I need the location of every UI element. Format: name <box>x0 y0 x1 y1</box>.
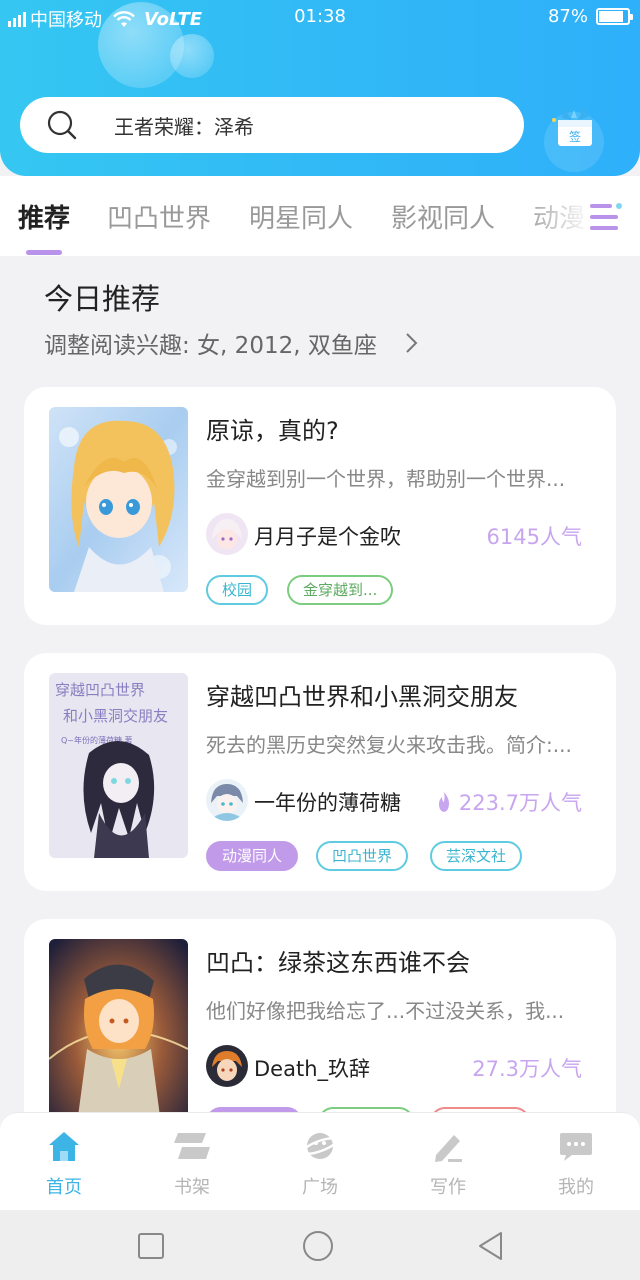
book-description: 金穿越到别一个世界，帮助别一个世界... <box>206 467 566 491</box>
search-icon <box>47 110 77 140</box>
bookshelf-icon <box>174 1133 210 1159</box>
book-cover[interactable] <box>49 407 188 592</box>
nav-bookshelf[interactable]: 书架 <box>152 1129 232 1199</box>
tag-chip[interactable]: 芸深文社 <box>430 841 523 871</box>
author-name[interactable]: 月月子是个金吹 <box>254 521 401 551</box>
category-menu-icon[interactable] <box>586 200 624 234</box>
popularity-text: 223.7万人气 <box>458 791 582 815</box>
nav-me[interactable]: 我的 <box>536 1129 616 1199</box>
home-button-icon[interactable] <box>302 1230 334 1262</box>
gift-label: 签 <box>569 129 581 144</box>
chevron-right-icon[interactable] <box>400 330 422 356</box>
book-description: 他们好像把我给忘了...不过没关系，我... <box>206 999 565 1023</box>
reading-interest-link[interactable]: 调整阅读兴趣: 女, 2012, 双鱼座 <box>44 326 377 360</box>
nav-label: 广场 <box>302 1177 338 1198</box>
recent-apps-icon[interactable] <box>135 1230 167 1262</box>
author-avatar[interactable] <box>206 513 248 555</box>
author-name[interactable]: Death_玖辞 <box>254 1053 370 1083</box>
system-navigation-bar <box>0 1210 640 1280</box>
tag-chip[interactable]: 凹凸世界 <box>316 841 409 871</box>
book-description: 死去的黑历史突然复火来攻击我。简介:... <box>206 733 572 757</box>
nav-label: 首页 <box>46 1177 82 1198</box>
search-input[interactable]: 王者荣耀：泽希 <box>114 111 254 140</box>
popularity-count: 223.7万人气 <box>435 787 582 817</box>
header: 中国移动 VoLTE 01:38 87% 王者荣耀：泽希 签 <box>0 0 640 176</box>
nav-home[interactable]: 首页 <box>24 1129 104 1199</box>
tab-aotu-world[interactable]: 凹凸世界 <box>107 198 211 235</box>
chat-bubble-icon <box>560 1133 592 1161</box>
decor-bubble <box>170 34 214 78</box>
book-title[interactable]: 凹凸：绿茶这东西谁不会 <box>206 943 470 978</box>
book-cover[interactable] <box>49 939 188 1124</box>
bottom-navigation: 首页 书架 广场 写作 我的 <box>0 1112 640 1210</box>
book-card[interactable]: 原谅，真的? 金穿越到别一个世界，帮助别一个世界... 月月子是个金吹 6145… <box>24 387 616 625</box>
nav-label: 书架 <box>174 1177 210 1198</box>
popularity-text: 27.3万人气 <box>472 1057 582 1081</box>
flame-icon <box>438 792 449 812</box>
book-title[interactable]: 原谅，真的? <box>206 411 339 446</box>
section-title: 今日推荐 <box>44 282 161 316</box>
clock: 01:38 <box>294 6 346 27</box>
pen-icon <box>435 1135 462 1162</box>
author-avatar[interactable] <box>206 779 248 821</box>
tab-recommend[interactable]: 推荐 <box>18 198 70 235</box>
battery-icon <box>596 8 633 25</box>
cover-title-line: 穿越凹凸世界 <box>55 681 145 699</box>
nav-label: 写作 <box>430 1177 466 1198</box>
home-icon <box>49 1132 79 1161</box>
tag-chip[interactable]: 动漫同人 <box>206 841 299 871</box>
book-cover[interactable]: 穿越凹凸世界 和小黑洞交朋友 Q~年份的薄荷糖 著 <box>49 673 188 858</box>
author-avatar[interactable] <box>206 1045 248 1087</box>
search-bar[interactable]: 王者荣耀：泽希 <box>20 97 524 153</box>
book-card[interactable]: 穿越凹凸世界 和小黑洞交朋友 Q~年份的薄荷糖 著 穿越凹凸世界和小黑洞交朋友 … <box>24 653 616 891</box>
nav-square[interactable]: 广场 <box>280 1129 360 1199</box>
battery-fill <box>599 11 624 22</box>
nav-label: 我的 <box>558 1177 594 1198</box>
tag-chip[interactable]: 金穿越到... <box>287 575 394 605</box>
back-icon[interactable] <box>475 1230 507 1262</box>
tab-celebrity-fanfic[interactable]: 明星同人 <box>249 198 353 235</box>
planet-icon <box>302 1133 338 1159</box>
cover-title-line: 和小黑洞交朋友 <box>63 707 168 725</box>
tab-active-indicator <box>26 250 62 255</box>
sign-in-gift-icon[interactable]: 签 <box>550 104 598 150</box>
tab-film-fanfic[interactable]: 影视同人 <box>391 198 495 235</box>
popularity-count: 27.3万人气 <box>472 1053 582 1083</box>
popularity-count: 6145人气 <box>487 521 582 551</box>
book-title[interactable]: 穿越凹凸世界和小黑洞交朋友 <box>206 677 518 712</box>
author-name[interactable]: 一年份的薄荷糖 <box>254 787 401 817</box>
popularity-text: 6145人气 <box>486 525 582 549</box>
battery-percent: 87% <box>547 6 588 27</box>
tag-chip[interactable]: 校园 <box>206 575 269 605</box>
nav-write[interactable]: 写作 <box>408 1129 488 1199</box>
status-bar: 中国移动 VoLTE 01:38 87% <box>0 0 640 34</box>
